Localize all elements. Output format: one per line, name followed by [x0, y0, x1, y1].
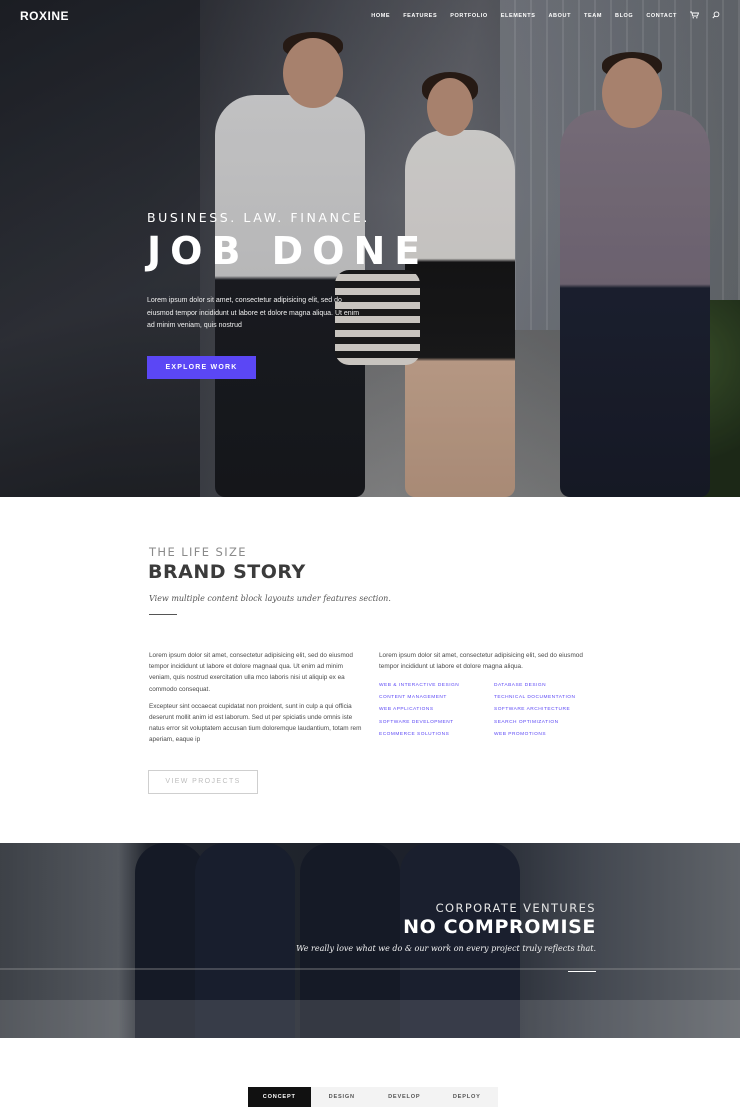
- banner-text-block: CORPORATE VENTURES NO COMPROMISE We real…: [296, 901, 596, 953]
- tab-design[interactable]: DESIGN: [311, 1087, 374, 1107]
- service-link[interactable]: DATABASE DESIGN: [494, 683, 609, 688]
- services-list: WEB & INTERACTIVE DESIGN DATABASE DESIGN…: [379, 683, 609, 737]
- nav-portfolio[interactable]: PORTFOLIO: [450, 13, 487, 19]
- service-link[interactable]: TECHNICAL DOCUMENTATION: [494, 695, 609, 700]
- story-right-column: Lorem ipsum dolor sit amet, consectetur …: [379, 650, 584, 672]
- hero-kicker: BUSINESS. LAW. FINANCE.: [147, 210, 370, 225]
- service-link[interactable]: SOFTWARE ARCHITECTURE: [494, 707, 609, 712]
- service-link[interactable]: WEB APPLICATIONS: [379, 707, 494, 712]
- corporate-banner: CORPORATE VENTURES NO COMPROMISE We real…: [0, 843, 740, 1038]
- cart-icon[interactable]: [690, 11, 700, 21]
- process-tabs: CONCEPT DESIGN DEVELOP DEPLOY: [248, 1087, 498, 1107]
- hero-body-text: Lorem ipsum dolor sit amet, consectetur …: [147, 297, 360, 329]
- service-link[interactable]: SOFTWARE DEVELOPMENT: [379, 720, 494, 725]
- main-menu: HOME FEATURES PORTFOLIO ELEMENTS ABOUT T…: [358, 11, 720, 21]
- hero-section: ROXINE HOME FEATURES PORTFOLIO ELEMENTS …: [0, 0, 740, 497]
- story-paragraph-2: Excepteur sint occaecat cupidatat non pr…: [149, 702, 362, 744]
- service-link[interactable]: WEB PROMOTIONS: [494, 732, 609, 737]
- story-left-column: Lorem ipsum dolor sit amet, consectetur …: [149, 650, 367, 746]
- section-divider: [149, 614, 177, 615]
- story-paragraph-1: Lorem ipsum dolor sit amet, consectetur …: [149, 652, 353, 693]
- banner-subtitle: We really love what we do & our work on …: [296, 944, 596, 953]
- section-kicker: THE LIFE SIZE: [149, 545, 247, 559]
- tab-deploy[interactable]: DEPLOY: [436, 1087, 499, 1107]
- brand-story-section: THE LIFE SIZE BRAND STORY View multiple …: [0, 497, 740, 843]
- service-link[interactable]: SEARCH OPTIMIZATION: [494, 720, 609, 725]
- tab-concept[interactable]: CONCEPT: [248, 1087, 311, 1107]
- service-link[interactable]: ECOMMERCE SOLUTIONS: [379, 732, 494, 737]
- section-title: BRAND STORY: [148, 561, 306, 583]
- story-right-paragraph: Lorem ipsum dolor sit amet, consectetur …: [379, 652, 583, 671]
- nav-home[interactable]: HOME: [371, 13, 390, 19]
- hero-text-block: BUSINESS. LAW. FINANCE. JOB DONE Lorem i…: [147, 210, 429, 333]
- nav-blog[interactable]: BLOG: [615, 13, 633, 19]
- search-icon[interactable]: [712, 11, 720, 21]
- nav-about[interactable]: ABOUT: [548, 13, 571, 19]
- hero-title: JOB DONE: [147, 229, 430, 273]
- site-logo[interactable]: ROXINE: [20, 9, 69, 23]
- tab-develop[interactable]: DEVELOP: [373, 1087, 436, 1107]
- service-link[interactable]: CONTENT MANAGEMENT: [379, 695, 494, 700]
- explore-work-button[interactable]: EXPLORE WORK: [147, 356, 256, 379]
- service-link[interactable]: WEB & INTERACTIVE DESIGN: [379, 683, 494, 688]
- nav-team[interactable]: TEAM: [584, 13, 602, 19]
- navbar: ROXINE HOME FEATURES PORTFOLIO ELEMENTS …: [0, 0, 740, 32]
- banner-divider: [568, 971, 596, 972]
- nav-elements[interactable]: ELEMENTS: [501, 13, 536, 19]
- nav-contact[interactable]: CONTACT: [646, 13, 677, 19]
- nav-features[interactable]: FEATURES: [403, 13, 437, 19]
- view-projects-button[interactable]: VIEW PROJECTS: [148, 770, 258, 794]
- banner-kicker: CORPORATE VENTURES: [435, 901, 596, 915]
- section-subtitle: View multiple content block layouts unde…: [149, 594, 391, 603]
- banner-title: NO COMPROMISE: [403, 916, 596, 938]
